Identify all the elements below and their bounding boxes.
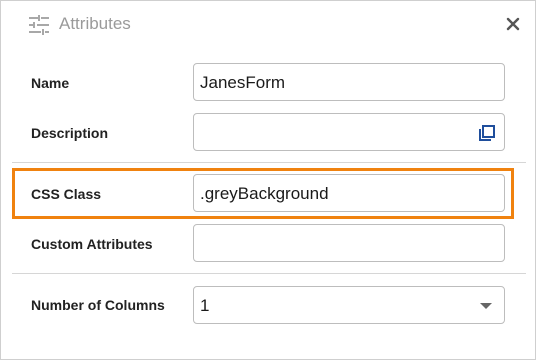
number-of-columns-value: 1	[200, 296, 210, 315]
css-class-value: .greyBackground	[200, 184, 329, 203]
section-divider	[12, 273, 526, 274]
section-divider	[12, 162, 526, 163]
panel-header: Attributes	[1, 1, 535, 47]
chevron-down-icon[interactable]	[480, 303, 492, 309]
attributes-panel: Attributes Name JanesForm Description CS…	[0, 0, 536, 360]
name-value: JanesForm	[200, 73, 286, 92]
custom-attributes-label: Custom Attributes	[31, 236, 153, 252]
number-of-columns-label: Number of Columns	[31, 297, 165, 313]
description-label: Description	[31, 125, 109, 141]
copy-icon[interactable]	[478, 124, 496, 142]
sliders-icon	[29, 15, 49, 35]
name-label: Name	[31, 75, 70, 91]
css-class-label: CSS Class	[31, 186, 102, 202]
number-of-columns-select[interactable]: 1	[193, 286, 505, 324]
panel-title: Attributes	[59, 14, 131, 33]
custom-attributes-input[interactable]	[193, 224, 505, 262]
description-input[interactable]	[193, 113, 505, 151]
css-class-input[interactable]: .greyBackground	[193, 174, 505, 212]
close-icon[interactable]	[503, 14, 523, 34]
name-input[interactable]: JanesForm	[193, 63, 505, 101]
